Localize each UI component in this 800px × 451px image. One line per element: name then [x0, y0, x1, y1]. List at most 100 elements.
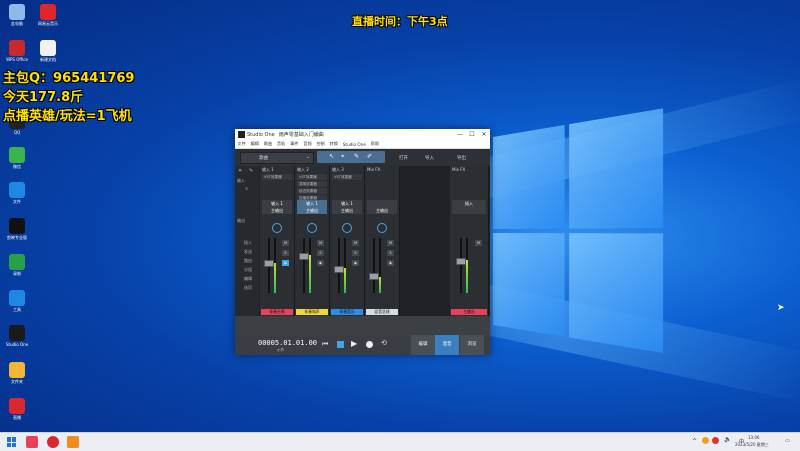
mute-button[interactable]: M	[387, 240, 394, 246]
sidebar-item[interactable]: 编辑	[244, 276, 252, 282]
eraser-tool-icon[interactable]: ✐	[367, 153, 372, 160]
master-channel[interactable]: Mix FX 插入 M 主输出	[450, 166, 489, 316]
taskbar-app-icon[interactable]	[26, 436, 38, 448]
menu-item[interactable]: 音轨	[277, 141, 285, 147]
taskbar-app-icon[interactable]	[67, 436, 79, 448]
minimize-button[interactable]: —	[454, 131, 466, 138]
mute-button[interactable]: M	[475, 240, 482, 246]
pan-knob[interactable]	[377, 223, 387, 233]
channel-strip[interactable]: 输入 3 VST效果器 输入 1 主输出 M S ◉ 伴奏音乐	[330, 166, 365, 316]
monitor-button[interactable]: ◉	[387, 260, 394, 266]
open-button[interactable]: 打开	[399, 155, 408, 161]
bus-selector[interactable]: 输入 1 主输出	[262, 200, 292, 214]
rewind-icon[interactable]: ⏮	[322, 340, 328, 349]
desktop-icon[interactable]: 新建文档	[37, 40, 59, 62]
monitor-button[interactable]: ◉	[317, 260, 324, 266]
start-button[interactable]	[7, 437, 17, 447]
menu-item[interactable]: 转换	[330, 141, 338, 147]
desktop-icon[interactable]: 文件	[6, 182, 28, 204]
channel-strip[interactable]: 输入 2 VST效果器 混响效果器 延迟效果器 压缩效果器 输入 1 主输出 M S ◉ 伴奏和声	[295, 166, 330, 316]
arrow-tool-icon[interactable]: ↖	[329, 153, 334, 160]
clock-date[interactable]: 2023/5/20 星期三	[735, 442, 769, 448]
volume-fader[interactable]	[264, 260, 274, 267]
pan-knob[interactable]	[272, 223, 282, 233]
channel-strip[interactable]: Mix FX 主输出 M S ◉ 混音总线	[365, 166, 400, 316]
tray-app-icon[interactable]	[702, 437, 709, 444]
wrench-icon[interactable]: ✎	[249, 168, 253, 174]
preset-select[interactable]: 歌曲 ⌄	[240, 152, 314, 164]
search-icon[interactable]: ⚲	[245, 186, 248, 191]
desktop-icon[interactable]: 网易云音乐	[37, 4, 59, 26]
sidebar-item[interactable]: 选项	[244, 285, 252, 291]
close-icon[interactable]: ✕	[238, 168, 242, 174]
range-tool-icon[interactable]: ⌖	[341, 153, 344, 161]
menu-item[interactable]: 控制	[316, 141, 324, 147]
volume-fader[interactable]	[299, 253, 309, 260]
browse-view-button[interactable]: 浏览	[460, 335, 484, 355]
close-button[interactable]: ✕	[478, 131, 490, 138]
pan-knob[interactable]	[342, 223, 352, 233]
record-icon[interactable]	[366, 341, 373, 348]
fx-slot[interactable]: VST效果器	[332, 174, 362, 180]
tray-app-icon[interactable]	[712, 437, 719, 444]
title-bar[interactable]: Studio One 雨声零基础入门编曲 — ☐ ✕	[235, 129, 490, 140]
import-button[interactable]: 导入	[425, 155, 434, 161]
solo-button[interactable]: S	[352, 250, 359, 256]
sidebar-item[interactable]: 发送	[244, 249, 252, 255]
pan-knob[interactable]	[307, 223, 317, 233]
studio-one-window[interactable]: Studio One 雨声零基础入门编曲 — ☐ ✕ 文件 编辑 歌曲 音轨 事件 音频控…	[235, 129, 490, 355]
speaker-icon[interactable]: 🔈	[724, 436, 731, 443]
desktop-icon[interactable]: Studio One	[6, 325, 28, 347]
tray-arrow-icon[interactable]: ^	[692, 438, 697, 445]
bus-selector[interactable]: 主输出	[367, 200, 397, 214]
sidebar-item[interactable]: 路由	[244, 258, 252, 264]
desktop-icon[interactable]: 剪映专业版	[6, 218, 28, 240]
bus-selector[interactable]: 输入 1 主输出	[332, 200, 362, 214]
edit-view-button[interactable]: 编辑	[411, 335, 435, 355]
solo-button[interactable]: S	[317, 250, 324, 256]
desktop-icon[interactable]: 此电脑	[6, 4, 28, 26]
mix-view-button[interactable]: 混音	[435, 335, 459, 355]
mute-button[interactable]: M	[352, 240, 359, 246]
loop-button[interactable]	[337, 341, 344, 348]
solo-button[interactable]: S	[282, 250, 289, 256]
menu-item[interactable]: Studio One	[343, 142, 366, 147]
menu-item[interactable]: 帮助	[371, 141, 379, 147]
master-output[interactable]: 插入	[452, 200, 486, 214]
volume-fader[interactable]	[369, 273, 379, 280]
pencil-tool-icon[interactable]: ✎	[354, 153, 359, 160]
export-button[interactable]: 导出	[457, 155, 466, 161]
desktop-icon[interactable]: 工具	[6, 290, 28, 312]
desktop-icon[interactable]: 微信	[6, 147, 28, 169]
bus-selector[interactable]: 输入 1 主输出	[297, 200, 327, 214]
desktop-icon[interactable]: 文件夹	[6, 362, 28, 384]
sidebar-item[interactable]: 插入	[244, 240, 252, 246]
clock-time[interactable]: 13:06	[748, 435, 760, 440]
taskbar-app-icon[interactable]	[47, 436, 59, 448]
desktop-icon[interactable]: WPS Office	[6, 40, 28, 62]
monitor-button[interactable]: ◉	[352, 260, 359, 266]
sidebar-item[interactable]: 分组	[244, 267, 252, 273]
menu-item[interactable]: 音频	[303, 141, 311, 147]
desktop-icon[interactable]: 直播	[6, 398, 28, 420]
menu-item[interactable]: 事件	[290, 141, 298, 147]
monitor-button[interactable]: ◉	[282, 260, 289, 266]
master-fader[interactable]	[456, 258, 466, 265]
volume-fader[interactable]	[334, 266, 344, 273]
menu-item[interactable]: 歌曲	[264, 141, 272, 147]
maximize-button[interactable]: ☐	[466, 131, 478, 138]
solo-button[interactable]: S	[387, 250, 394, 256]
mute-button[interactable]: M	[282, 240, 289, 246]
menu-item[interactable]: 文件	[237, 141, 245, 147]
notification-icon[interactable]: ▭	[785, 438, 790, 444]
desktop-icon[interactable]: 录制	[6, 254, 28, 276]
loop-icon[interactable]: ⟲	[381, 339, 387, 347]
fx-slot[interactable]: 混响效果器	[297, 181, 327, 187]
fx-slot[interactable]: VST效果器	[297, 174, 327, 180]
menu-item[interactable]: 编辑	[251, 141, 259, 147]
channel-strip[interactable]: 输入 1 VST效果器 输入 1 主输出 M S ◉ 伴奏主唱	[260, 166, 295, 316]
fx-slot[interactable]: VST效果器	[262, 174, 292, 180]
play-icon[interactable]: ▶	[351, 339, 357, 348]
mute-button[interactable]: M	[317, 240, 324, 246]
fx-slot[interactable]: 延迟效果器	[297, 188, 327, 194]
